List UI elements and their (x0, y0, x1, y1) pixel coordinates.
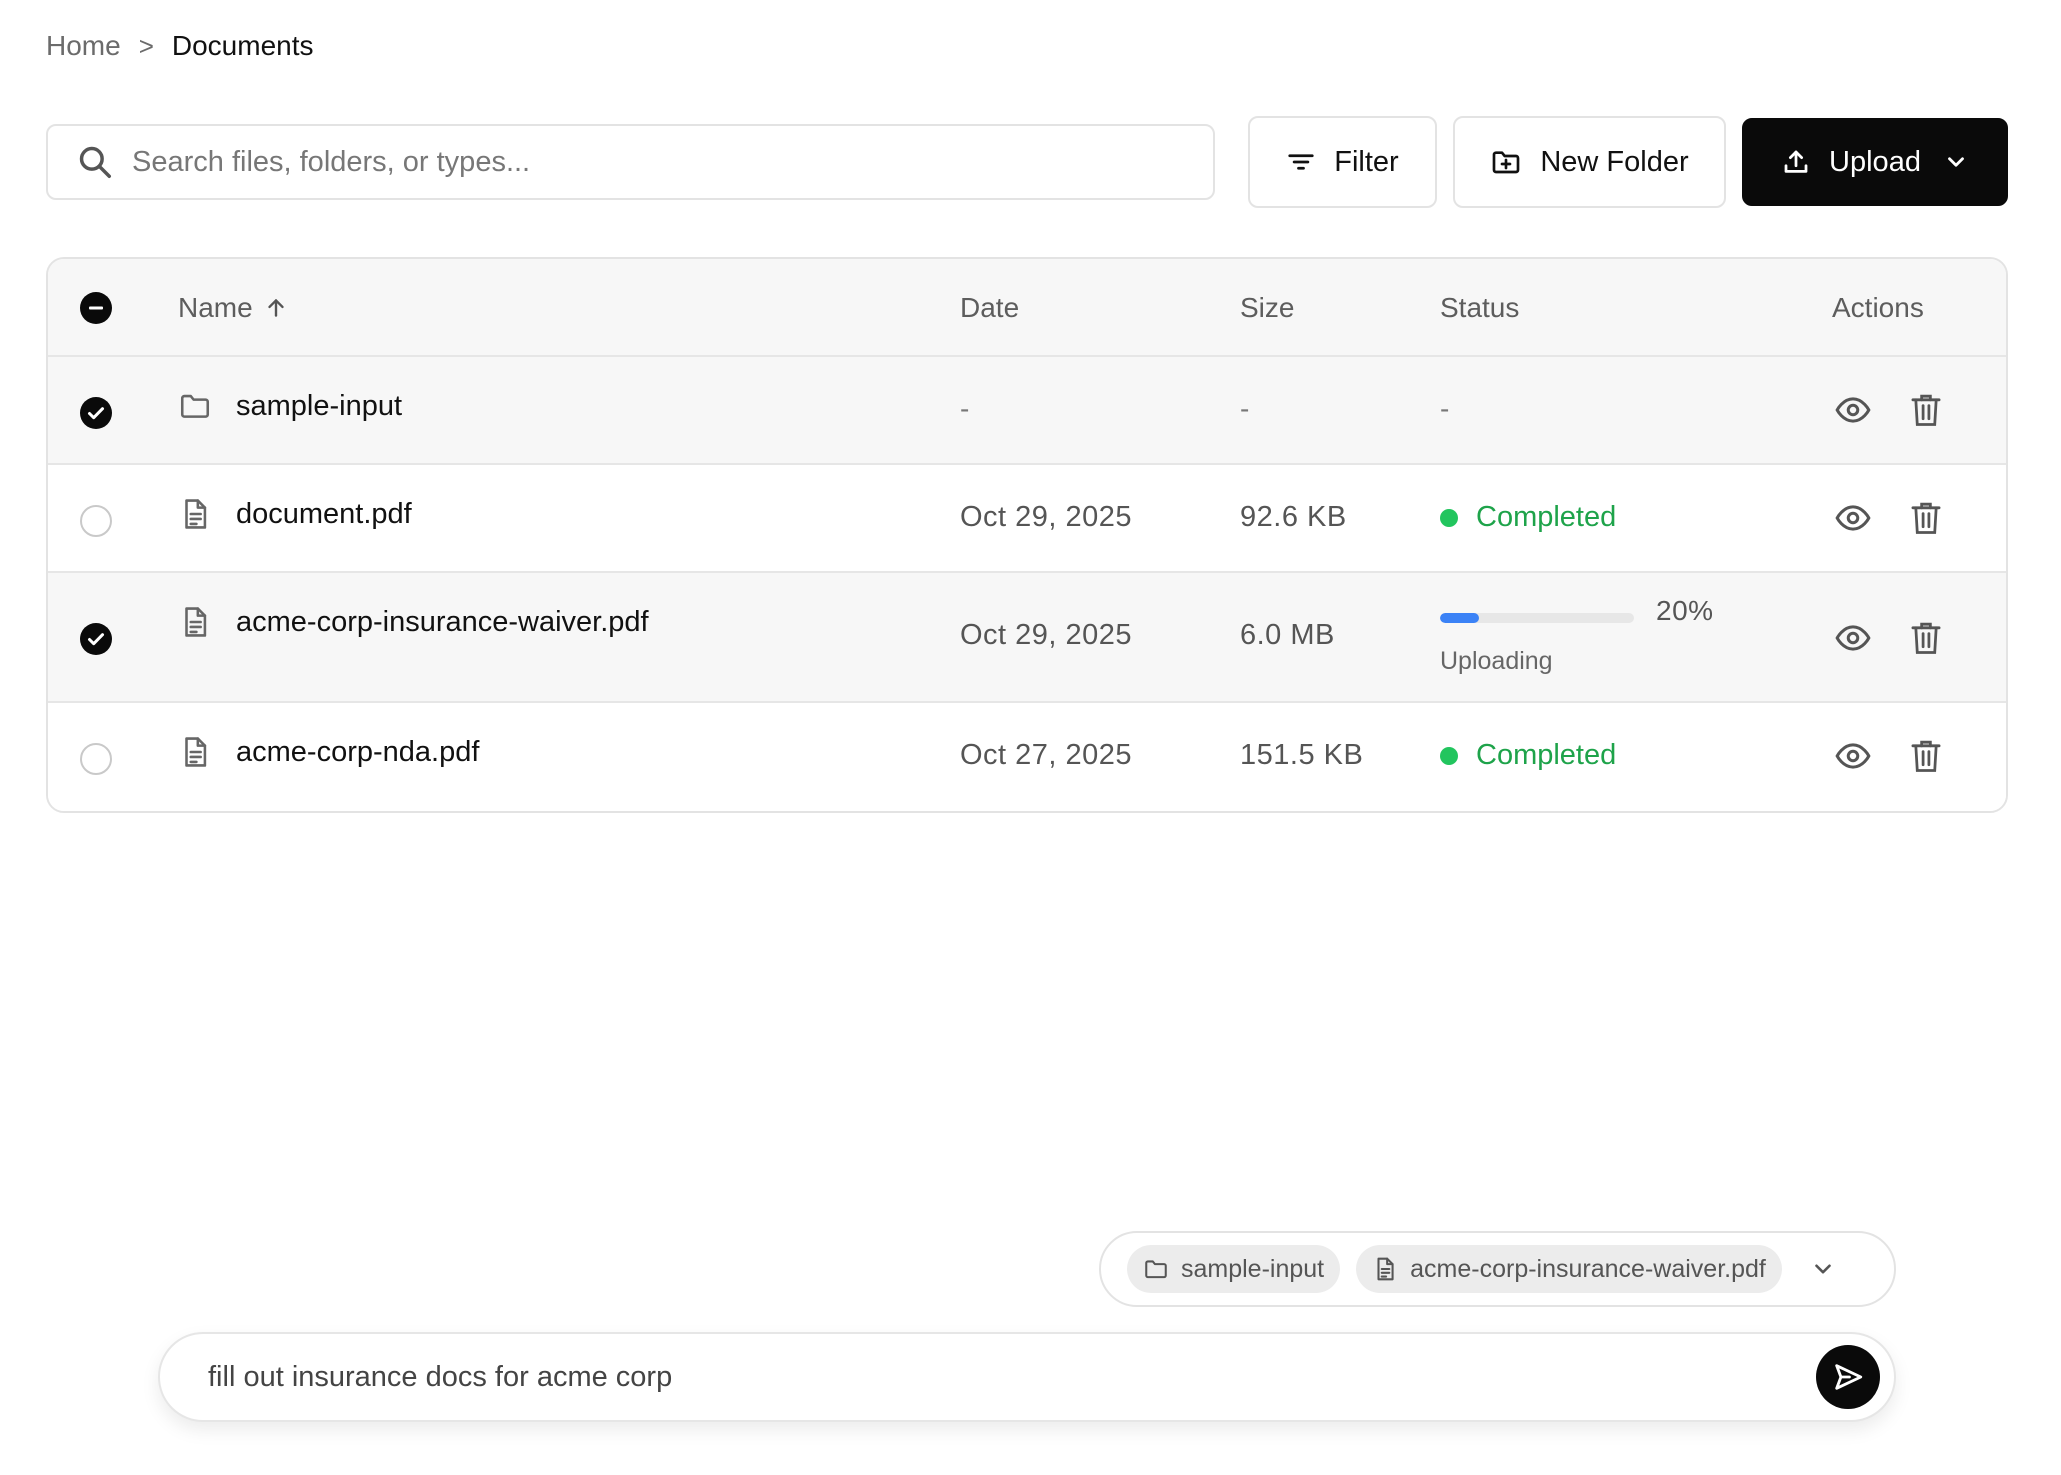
row-actions (1834, 619, 1942, 657)
column-header-name[interactable]: Name (178, 259, 289, 357)
status-badge: Completed (1440, 739, 1616, 772)
table-row[interactable]: sample-input - - - (48, 357, 2006, 465)
documents-table: Name Date Size Status Actions sample-inp… (46, 257, 2008, 813)
search-input[interactable] (132, 145, 1213, 179)
select-all-checkbox[interactable] (80, 292, 112, 324)
file-icon (185, 737, 207, 767)
chevron-down-icon[interactable] (1943, 149, 1969, 175)
status-label: Uploading (1440, 647, 1553, 675)
row-actions (1834, 499, 1942, 537)
size-cell: 151.5 KB (1240, 739, 1364, 771)
row-checkbox[interactable] (80, 743, 112, 775)
table-header: Name Date Size Status Actions (48, 259, 2006, 357)
name-cell: acme-corp-nda.pdf (178, 735, 479, 769)
context-chip[interactable]: acme-corp-insurance-waiver.pdf (1356, 1245, 1782, 1293)
eye-icon[interactable] (1834, 619, 1872, 657)
trash-icon[interactable] (1910, 392, 1942, 428)
upload-button[interactable]: Upload (1742, 118, 2008, 206)
filter-button-label: Filter (1334, 145, 1399, 178)
column-header-status[interactable]: Status (1440, 259, 1519, 357)
name-cell: sample-input (178, 389, 402, 423)
row-checkbox[interactable] (80, 623, 112, 655)
date-cell: Oct 27, 2025 (960, 739, 1133, 771)
filter-button[interactable]: Filter (1248, 116, 1437, 208)
status-cell: Completed (1440, 501, 1616, 534)
column-header-actions: Actions (1832, 292, 1924, 323)
status-label: Completed (1476, 739, 1617, 771)
send-button[interactable] (1816, 1345, 1880, 1409)
file-icon (185, 499, 207, 529)
file-name[interactable]: acme-corp-insurance-waiver.pdf (236, 606, 649, 639)
checked-checkbox-icon (80, 397, 112, 429)
prompt-box[interactable] (158, 1332, 1896, 1422)
column-header-name-label: Name (178, 292, 253, 323)
context-chip-label: sample-input (1181, 1254, 1325, 1283)
file-name[interactable]: document.pdf (236, 498, 412, 531)
name-cell: acme-corp-insurance-waiver.pdf (178, 605, 649, 639)
arrow-up-icon (268, 299, 284, 317)
breadcrumb-current: Documents (171, 30, 314, 61)
date-cell: Oct 29, 2025 (960, 619, 1133, 651)
row-actions (1834, 391, 1942, 429)
trash-icon[interactable] (1910, 620, 1942, 656)
size-cell: - (1240, 393, 1250, 424)
context-chips-bar: sample-input acme-corp-insurance-waiver.… (1099, 1231, 1896, 1307)
row-checkbox[interactable] (80, 397, 112, 429)
context-chip[interactable]: sample-input (1127, 1245, 1341, 1293)
table-row[interactable]: acme-corp-insurance-waiver.pdf Oct 29, 2… (48, 573, 2006, 703)
trash-icon[interactable] (1910, 500, 1942, 536)
size-cell: 6.0 MB (1240, 619, 1335, 651)
new-folder-button[interactable]: New Folder (1453, 116, 1726, 208)
checked-checkbox-icon (80, 623, 112, 655)
eye-icon[interactable] (1834, 737, 1872, 775)
breadcrumb: Home > Documents (46, 30, 314, 62)
breadcrumb-home-link[interactable]: Home (46, 30, 121, 62)
folder-icon (1145, 1260, 1167, 1279)
trash-icon[interactable] (1910, 738, 1942, 774)
date-cell: Oct 29, 2025 (960, 501, 1133, 533)
file-name[interactable]: acme-corp-nda.pdf (236, 736, 479, 769)
eye-icon[interactable] (1834, 391, 1872, 429)
status-badge: Completed (1440, 501, 1616, 534)
row-checkbox[interactable] (80, 505, 112, 537)
search-icon (79, 146, 111, 178)
upload-button-label: Upload (1829, 145, 1921, 178)
indeterminate-checkbox-icon (80, 292, 112, 324)
prompt-input[interactable] (208, 1360, 1816, 1394)
context-chip-label: acme-corp-insurance-waiver.pdf (1410, 1254, 1766, 1283)
breadcrumb-separator: > (138, 30, 154, 61)
status-cell: - (1440, 393, 1450, 424)
name-cell: document.pdf (178, 497, 412, 531)
status-dot (1440, 508, 1458, 527)
folder-icon (180, 394, 210, 418)
progress-track (1440, 613, 1634, 623)
filter-icon (1288, 154, 1314, 170)
size-cell: 92.6 KB (1240, 501, 1347, 533)
upload-icon (1784, 150, 1808, 173)
file-icon (185, 607, 207, 637)
folder-plus-icon (1493, 151, 1520, 174)
file-icon (1377, 1257, 1394, 1281)
progress-fill (1440, 613, 1479, 623)
status-dot (1440, 746, 1458, 765)
search-box[interactable] (46, 124, 1215, 200)
chevron-down-icon[interactable] (1810, 1256, 1836, 1282)
status-label: Completed (1476, 501, 1617, 533)
table-row[interactable]: acme-corp-nda.pdf Oct 27, 2025 151.5 KB … (48, 703, 2006, 811)
file-name[interactable]: sample-input (236, 390, 402, 423)
eye-icon[interactable] (1834, 499, 1872, 537)
column-header-size[interactable]: Size (1240, 259, 1294, 357)
table-row[interactable]: document.pdf Oct 29, 2025 92.6 KB Comple… (48, 465, 2006, 573)
status-cell: Completed (1440, 739, 1616, 772)
date-cell: - (960, 393, 970, 424)
new-folder-button-label: New Folder (1540, 145, 1689, 178)
column-header-date[interactable]: Date (960, 259, 1019, 357)
send-icon (1835, 1364, 1863, 1390)
progress-percent: 20% (1656, 595, 1714, 626)
row-actions (1834, 737, 1942, 775)
